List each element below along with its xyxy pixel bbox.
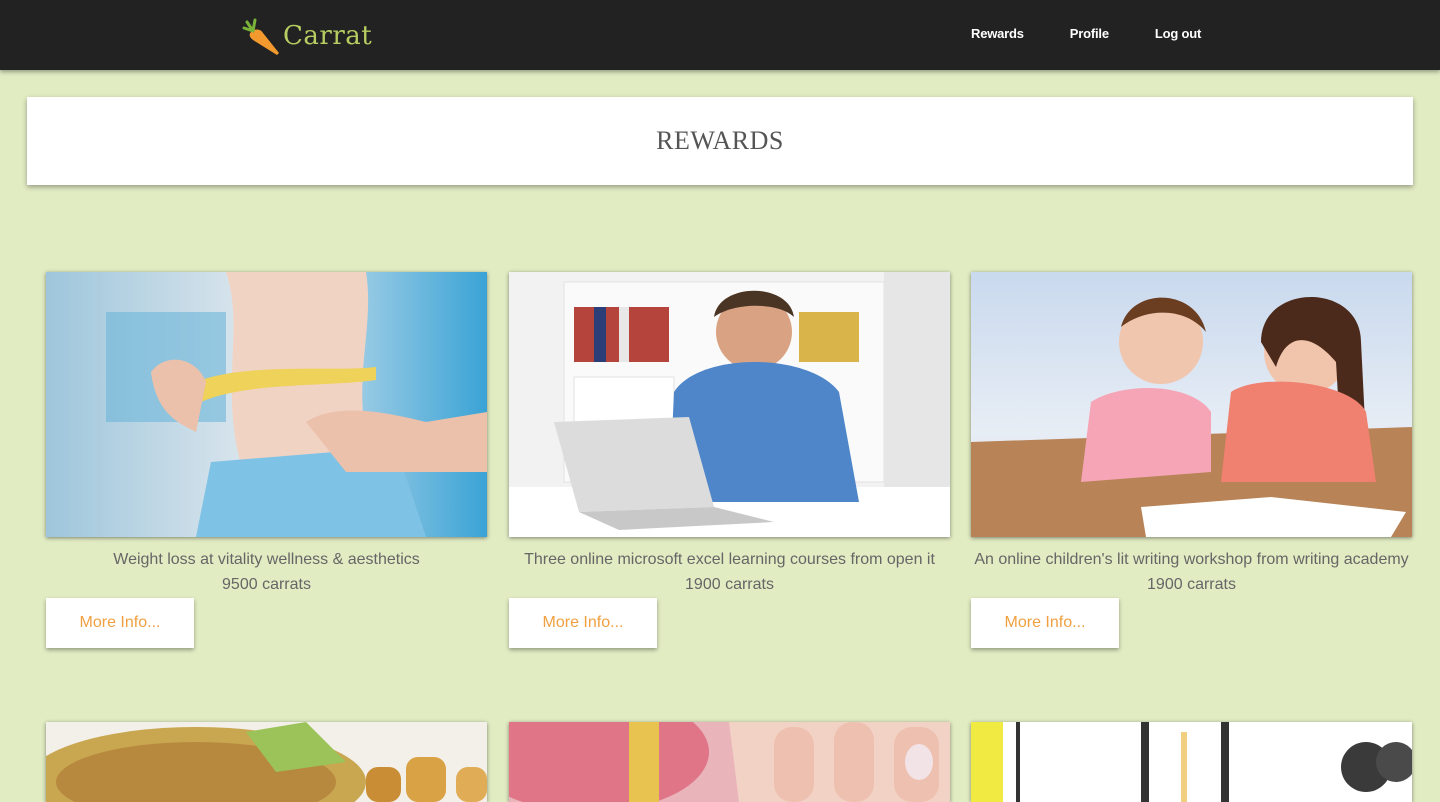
carrot-icon	[242, 18, 279, 55]
reward-image-excel-courses[interactable]	[509, 272, 950, 537]
reward-card: An online children's lit writing worksho…	[971, 272, 1412, 648]
reward-image-writing-workshop[interactable]	[971, 272, 1412, 537]
top-navbar: Carrat Rewards Profile Log out	[0, 0, 1440, 70]
reward-card: Weight loss at vitality wellness & aesth…	[46, 272, 487, 648]
reward-title: An online children's lit writing worksho…	[974, 551, 1409, 568]
nav-profile-link[interactable]: Profile	[1070, 26, 1109, 42]
reward-cost: 1900 carrats	[1147, 576, 1236, 593]
reward-cost: 9500 carrats	[222, 576, 311, 593]
nav-links: Rewards Profile Log out	[971, 26, 1201, 42]
more-info-button[interactable]: More Info...	[509, 598, 657, 648]
reward-card	[46, 722, 487, 802]
page-title: REWARDS	[656, 126, 784, 155]
brand-logo-link[interactable]: Carrat	[241, 16, 372, 56]
reward-image-gym[interactable]	[971, 722, 1412, 802]
reward-card	[509, 722, 950, 802]
nav-rewards-link[interactable]: Rewards	[971, 26, 1024, 42]
nav-logout-link[interactable]: Log out	[1155, 26, 1201, 42]
more-info-button[interactable]: More Info...	[971, 598, 1119, 648]
reward-card	[971, 722, 1412, 802]
more-info-button[interactable]: More Info...	[46, 598, 194, 648]
reward-image-weight-loss[interactable]	[46, 272, 487, 537]
reward-card: Three online microsoft excel learning co…	[509, 272, 950, 648]
reward-image-nails[interactable]	[509, 722, 950, 802]
reward-title: Weight loss at vitality wellness & aesth…	[113, 551, 420, 568]
reward-image-food[interactable]	[46, 722, 487, 802]
page-header-card: REWARDS	[27, 97, 1413, 185]
reward-title: Three online microsoft excel learning co…	[524, 551, 935, 568]
reward-cost: 1900 carrats	[685, 576, 774, 593]
brand-name: Carrat	[283, 21, 373, 51]
